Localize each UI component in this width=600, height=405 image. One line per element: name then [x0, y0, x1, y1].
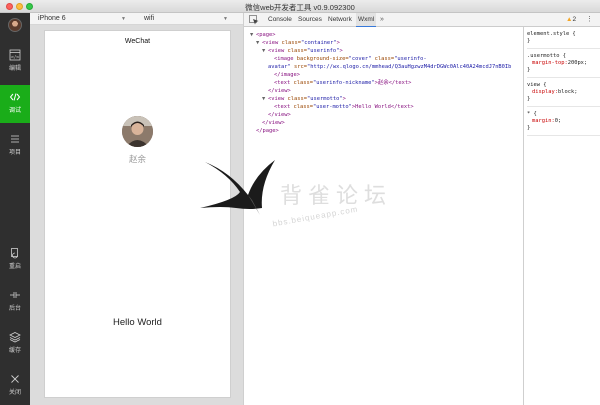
code-box-icon: </> [9, 49, 21, 61]
warnings-badge[interactable]: ▲2 [566, 13, 576, 27]
sidebar-item-label: 关闭 [8, 390, 21, 396]
sidebar-item-cache[interactable]: 缓存 [0, 325, 30, 363]
device-toolbar: iPhone 6 ▼ wifi ▼ [30, 13, 243, 25]
cache-stack-icon [9, 332, 21, 343]
user-avatar[interactable] [122, 116, 153, 147]
sidebar-item-project[interactable]: 项目 [0, 127, 30, 165]
style-rule[interactable]: * { margin:0; } [527, 111, 600, 136]
tree-node[interactable]: </page> [250, 127, 523, 135]
tree-node[interactable]: </view> [250, 111, 523, 119]
sidebar-item-restart[interactable]: 重启 [0, 241, 30, 279]
styles-pane: element.style { } .usermotto { margin-to… [523, 27, 600, 405]
tree-node[interactable]: ▼ <view class="container"> [250, 39, 523, 47]
phone-screen: WeChat 赵余 Hello World [44, 30, 231, 398]
sidebar-item-background[interactable]: 后台 [0, 283, 30, 321]
chevron-down-icon: ▼ [121, 16, 126, 22]
more-tabs-button[interactable]: » [380, 13, 384, 27]
simulator-area: WeChat 赵余 Hello World [30, 25, 243, 405]
user-motto: Hello World [113, 317, 162, 328]
style-rule[interactable]: element.style { } [527, 31, 600, 49]
tree-node[interactable]: </image> [250, 71, 523, 79]
debug-code-icon [9, 93, 21, 101]
sidebar-item-label: 重启 [8, 264, 21, 270]
sidebar-item-debug[interactable]: 调试 [0, 85, 30, 123]
tree-node[interactable]: </view> [250, 87, 523, 95]
tree-node[interactable]: <image background-size="cover" class="us… [250, 55, 523, 63]
background-icon [10, 292, 20, 298]
tree-node[interactable]: ▼ <view class="usermotto"> [250, 95, 523, 103]
devtools-menu-icon[interactable]: ⋮ [586, 13, 593, 27]
tree-node[interactable]: <text class="user-motto">Hello World</te… [250, 103, 523, 111]
tab-console[interactable]: Console [266, 13, 294, 27]
sidebar-item-label: 后台 [8, 306, 21, 312]
sidebar-item-close[interactable]: 关闭 [0, 367, 30, 405]
menu-lines-icon [11, 135, 19, 143]
nav-bar-title: WeChat [124, 38, 151, 45]
tree-node[interactable]: ▼ <page> [250, 31, 523, 39]
device-select[interactable]: iPhone 6 ▼ [38, 14, 126, 24]
style-rule[interactable]: view { display:block; } [527, 82, 600, 107]
tree-node[interactable]: </view> [250, 119, 523, 127]
close-icon [11, 375, 19, 383]
svg-text:</>: </> [10, 55, 19, 61]
sidebar-item-label: 编辑 [8, 66, 21, 72]
inspect-element-icon[interactable] [249, 15, 259, 25]
tab-wxml[interactable]: Wxml [356, 13, 377, 27]
device-select-value: iPhone 6 [38, 15, 66, 22]
devtools-tabbar: Console Sources Network Wxml » ▲2 ⋮ [244, 13, 600, 27]
sidebar-item-label: 调试 [8, 108, 21, 114]
tree-node[interactable]: ▼ <view class="userinfo"> [250, 47, 523, 55]
network-select-value: wifi [144, 15, 155, 22]
tab-sources[interactable]: Sources [296, 13, 324, 27]
left-sidebar: </> 编辑 调试 项目 重启 后台 缓存 关闭 [0, 13, 30, 405]
style-rule[interactable]: .usermotto { margin-top:200px; } [527, 53, 600, 78]
chevron-down-icon: ▼ [223, 16, 228, 22]
user-nickname: 赵余 [128, 154, 146, 164]
tree-node[interactable]: <text class="userinfo-nickname">赵余</text… [250, 79, 523, 87]
sidebar-item-label: 缓存 [8, 348, 21, 354]
sidebar-item-label: 项目 [8, 150, 21, 156]
title-bar: 微信web开发者工具 v0.9.092300 [0, 0, 600, 13]
user-avatar-icon[interactable] [8, 18, 22, 32]
restart-icon [11, 248, 18, 259]
network-select[interactable]: wifi ▼ [144, 14, 228, 24]
watermark-title: 背雀论坛 [280, 184, 393, 209]
avatar-photo-icon [122, 116, 153, 147]
warning-count: 2 [572, 16, 577, 23]
window-title: 微信web开发者工具 v0.9.092300 [245, 3, 355, 12]
sidebar-item-edit[interactable]: </> 编辑 [0, 43, 30, 81]
tree-node-continuation: avatar" src="http://wx.qlogo.cn/mmhead/Q… [268, 64, 512, 70]
tab-network[interactable]: Network [326, 13, 354, 27]
